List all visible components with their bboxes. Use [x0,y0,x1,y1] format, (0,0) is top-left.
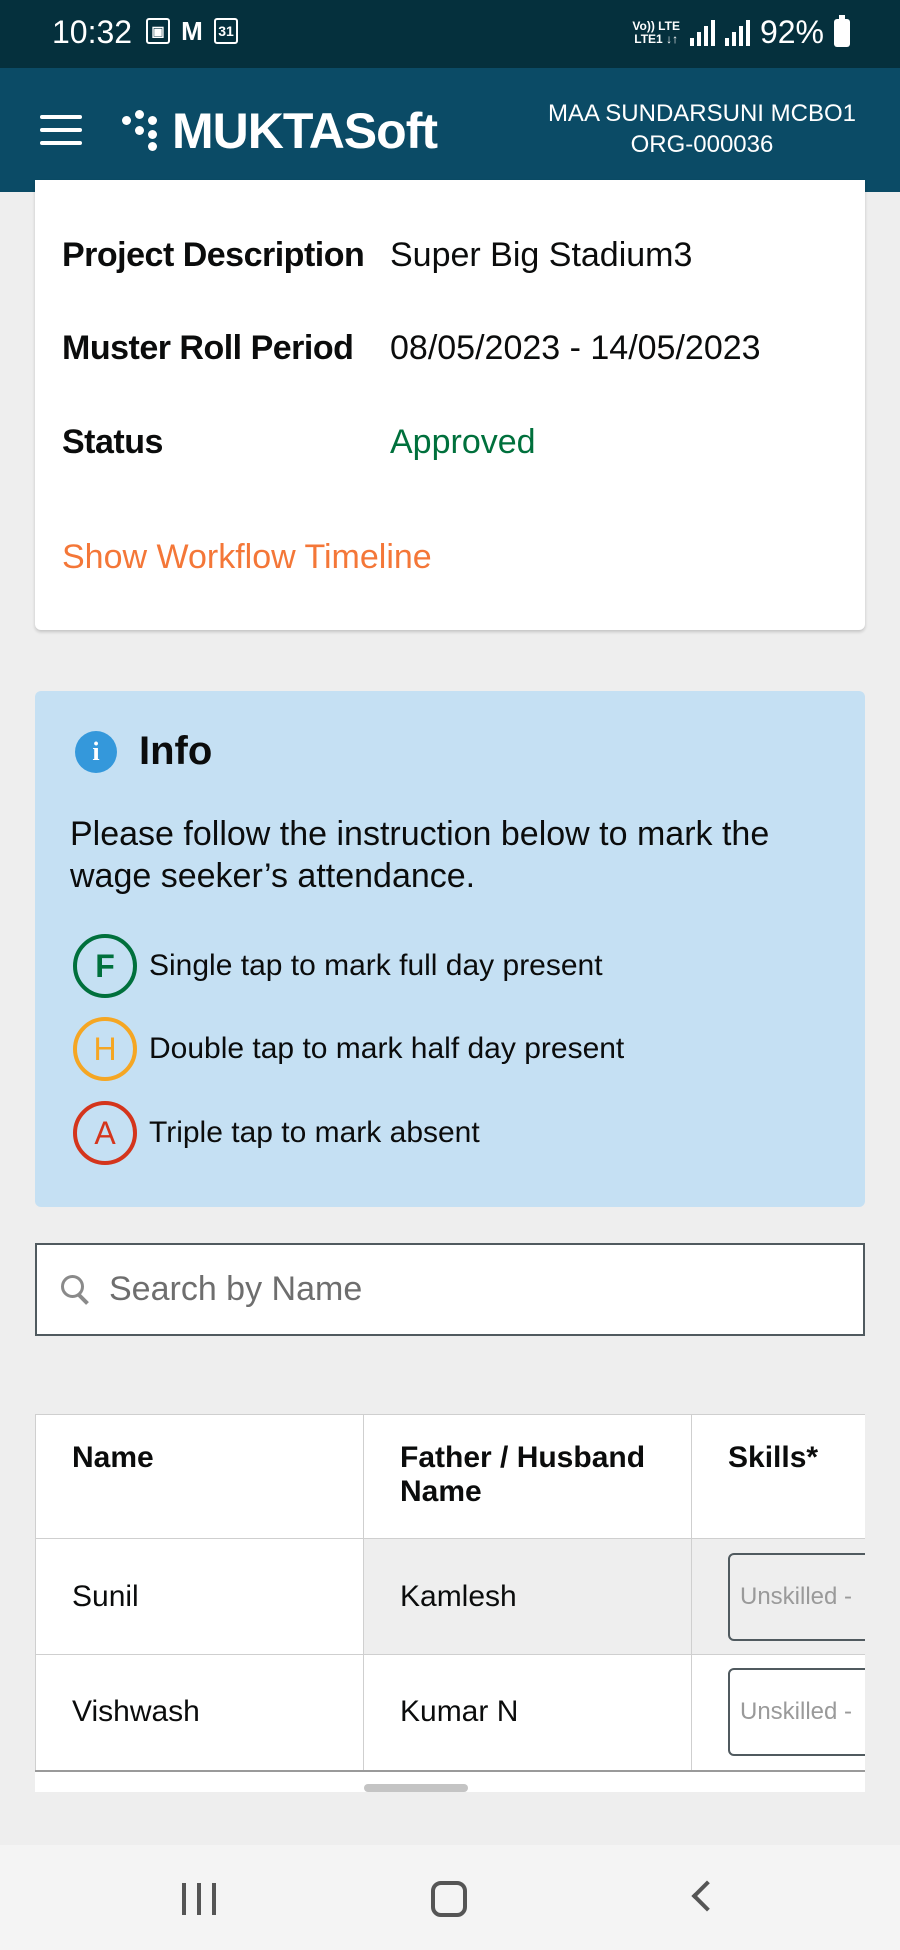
system-indicators: Vo)) LTE LTE1 ↓↑ 92% [632,14,850,51]
network-label: Vo)) LTE LTE1 ↓↑ [632,18,680,46]
detail-row-status: Status Approved [62,423,536,462]
gallery-icon: ▣ [146,18,170,44]
search-box[interactable] [35,1243,865,1336]
org-info: MAA SUNDARSUNI MCBO1 ORG-000036 [548,98,856,160]
detail-value: 08/05/2023 - 14/05/2023 [390,329,761,367]
column-header-skills: Skills* [691,1414,865,1539]
attendance-table[interactable]: Name Father / Husband Name Skills* Sunil… [35,1414,865,1792]
legend-full-day: F Single tap to mark full day present [73,934,603,998]
cell-skill: Unskilled - [691,1654,865,1772]
cell-name: Sunil [35,1538,364,1655]
detail-label: Status [62,423,163,461]
info-icon: i [75,730,117,773]
search-icon [59,1273,93,1307]
show-workflow-timeline-link[interactable]: Show Workflow Timeline [62,538,432,577]
app-name: MUKTASoft [172,103,438,159]
legend-text: Single tap to mark full day present [149,949,603,982]
battery-percent: 92% [759,14,824,50]
status-time: 10:32 [52,14,133,50]
table-row: Sunil Kamlesh Unskilled - [35,1538,865,1655]
detail-label: Muster Roll Period [62,329,354,367]
skill-dropdown[interactable]: Unskilled - [728,1552,865,1641]
absent-icon: A [73,1101,137,1165]
app-logo: MUKTASoft [122,102,438,160]
table-row: Vishwash Kumar N Unskilled - [35,1654,865,1772]
detail-row-period: Muster Roll Period 08/05/2023 - 14/05/20… [62,329,761,368]
table-scrollbar[interactable] [364,1784,468,1792]
system-nav-bar [0,1845,900,1950]
skill-dropdown[interactable]: Unskilled - [728,1668,865,1757]
cell-guardian: Kumar N [363,1654,692,1772]
info-header: i Info [75,729,212,774]
info-title: Info [139,729,213,773]
legend-text: Double tap to mark half day present [149,1032,625,1065]
info-box: i Info Please follow the instruction bel… [35,691,865,1207]
info-instruction: Please follow the instruction below to m… [70,815,770,895]
menu-icon[interactable] [40,115,82,145]
battery-icon [834,14,850,47]
cell-skill: Unskilled - [691,1538,865,1655]
status-bar: 10:32 ▣ M 31 Vo)) LTE LTE1 ↓↑ 92% [0,0,900,68]
muster-details-card: Project Description Super Big Stadium3 M… [35,180,865,630]
legend-absent: A Triple tap to mark absent [73,1101,480,1165]
detail-label: Project Description [62,236,365,274]
column-header-guardian: Father / Husband Name [363,1414,692,1539]
legend-half-day: H Double tap to mark half day present [73,1017,624,1081]
signal-icon [689,19,715,46]
detail-row-project: Project Description Super Big Stadium3 [62,236,692,275]
signal-icon-2 [724,19,750,46]
cell-name: Vishwash [35,1654,364,1772]
detail-value: Super Big Stadium3 [390,236,693,274]
app-header: MUKTASoft MAA SUNDARSUNI MCBO1 ORG-00003… [0,68,900,192]
org-id: ORG-000036 [630,131,774,158]
cell-guardian: Kamlesh [363,1538,692,1655]
half-day-icon: H [73,1017,137,1081]
status-value: Approved [390,423,536,461]
gmail-icon: M [181,15,203,46]
logo-dots-icon [122,110,158,152]
org-name: MAA SUNDARSUNI MCBO1 [547,100,856,127]
home-icon[interactable] [431,1881,467,1917]
calendar-icon: 31 [214,18,238,44]
back-icon[interactable] [691,1880,723,1912]
table-header-row: Name Father / Husband Name Skills* [35,1414,865,1539]
column-header-name: Name [35,1414,364,1539]
notification-icons: ▣ M 31 [146,15,238,46]
full-day-icon: F [73,934,137,998]
recent-apps-icon[interactable] [182,1883,216,1915]
legend-text: Triple tap to mark absent [149,1116,480,1149]
search-input[interactable] [109,1270,829,1309]
